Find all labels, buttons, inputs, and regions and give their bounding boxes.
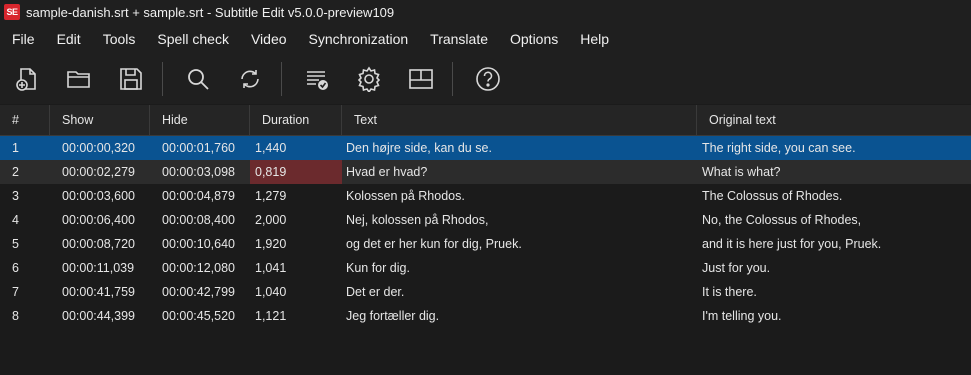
cell-duration: 1,040 (255, 285, 287, 299)
cell-duration: 2,000 (255, 213, 287, 227)
cell-number: 3 (12, 189, 19, 203)
cell-show: 00:00:00,320 (62, 141, 135, 155)
app-logo-icon: SE (4, 4, 20, 20)
cell-hide: 00:00:45,520 (162, 309, 235, 323)
cell-text: Nej, kolossen på Rhodos, (346, 213, 489, 227)
cell-number: 2 (12, 165, 19, 179)
col-header-show[interactable]: Show (50, 105, 150, 135)
cell-number: 6 (12, 261, 19, 275)
toolbar-separator (281, 62, 282, 96)
cell-text: Den højre side, kan du se. (346, 141, 492, 155)
title-bar: SE sample-danish.srt + sample.srt - Subt… (0, 0, 971, 24)
col-header-duration[interactable]: Duration (250, 105, 342, 135)
cell-text: Kolossen på Rhodos. (346, 189, 465, 203)
cell-original-text: The right side, you can see. (702, 141, 856, 155)
col-header-original-text[interactable]: Original text (697, 105, 971, 135)
cell-hide: 00:00:01,760 (162, 141, 235, 155)
table-row[interactable]: 1 00:00:00,320 00:00:01,760 1,440 Den hø… (0, 136, 971, 160)
menu-options[interactable]: Options (499, 24, 569, 54)
cell-text: Kun for dig. (346, 261, 410, 275)
cell-hide: 00:00:03,098 (162, 165, 235, 179)
save-icon[interactable] (118, 66, 144, 92)
cell-duration-warning: 0,819 (250, 160, 342, 184)
cell-number: 5 (12, 237, 19, 251)
cell-show: 00:00:03,600 (62, 189, 135, 203)
col-header-text[interactable]: Text (342, 105, 697, 135)
cell-original-text: No, the Colossus of Rhodes, (702, 213, 862, 227)
cell-original-text: I'm telling you. (702, 309, 782, 323)
cell-hide: 00:00:04,879 (162, 189, 235, 203)
table-row[interactable]: 2 00:00:02,279 00:00:03,098 0,819 Hvad e… (0, 160, 971, 184)
toolbar-separator (452, 62, 453, 96)
table-row[interactable]: 4 00:00:06,400 00:00:08,400 2,000 Nej, k… (0, 208, 971, 232)
cell-number: 8 (12, 309, 19, 323)
menu-help[interactable]: Help (569, 24, 620, 54)
col-header-hide[interactable]: Hide (150, 105, 250, 135)
cell-hide: 00:00:12,080 (162, 261, 235, 275)
find-icon[interactable] (185, 66, 211, 92)
open-folder-icon[interactable] (66, 66, 92, 92)
cell-text: Jeg fortæller dig. (346, 309, 440, 323)
settings-icon[interactable] (356, 66, 382, 92)
cell-number: 1 (12, 141, 19, 155)
cell-show: 00:00:11,039 (62, 261, 135, 275)
cell-show: 00:00:06,400 (62, 213, 135, 227)
cell-original-text: and it is here just for you, Pruek. (702, 237, 882, 251)
cell-show: 00:00:02,279 (62, 165, 135, 179)
cell-duration: 1,121 (255, 309, 287, 323)
cell-duration: 1,279 (255, 189, 287, 203)
cell-original-text: It is there. (702, 285, 757, 299)
spell-check-icon[interactable] (304, 66, 330, 92)
new-file-icon[interactable] (14, 66, 40, 92)
cell-hide: 00:00:08,400 (162, 213, 235, 227)
cell-show: 00:00:08,720 (62, 237, 135, 251)
subtitle-grid[interactable]: # Show Hide Duration Text Original text … (0, 105, 971, 328)
table-row[interactable]: 5 00:00:08,720 00:00:10,640 1,920 og det… (0, 232, 971, 256)
cell-text: Det er der. (346, 285, 405, 299)
menu-file[interactable]: File (1, 24, 46, 54)
menu-bar: File Edit Tools Spell check Video Synchr… (0, 24, 971, 54)
cell-duration: 1,920 (255, 237, 287, 251)
cell-show: 00:00:41,759 (62, 285, 135, 299)
toolbar-separator (162, 62, 163, 96)
layout-icon[interactable] (408, 66, 434, 92)
cell-show: 00:00:44,399 (62, 309, 135, 323)
menu-video[interactable]: Video (240, 24, 298, 54)
menu-synchronization[interactable]: Synchronization (298, 24, 420, 54)
table-row[interactable]: 8 00:00:44,399 00:00:45,520 1,121 Jeg fo… (0, 304, 971, 328)
cell-original-text: Just for you. (702, 261, 771, 275)
grid-header: # Show Hide Duration Text Original text (0, 105, 971, 136)
cell-duration: 1,440 (255, 141, 287, 155)
cell-original-text: What is what? (702, 165, 781, 179)
cell-original-text: The Colossus of Rhodes. (702, 189, 843, 203)
menu-edit[interactable]: Edit (46, 24, 92, 54)
table-row[interactable]: 3 00:00:03,600 00:00:04,879 1,279 Koloss… (0, 184, 971, 208)
help-icon[interactable] (475, 66, 501, 92)
menu-tools[interactable]: Tools (92, 24, 147, 54)
toolbar (0, 54, 971, 104)
menu-spell-check[interactable]: Spell check (146, 24, 240, 54)
cell-text: Hvad er hvad? (346, 165, 428, 179)
cell-hide: 00:00:10,640 (162, 237, 235, 251)
replace-icon[interactable] (237, 66, 263, 92)
cell-text: og det er her kun for dig, Pruek. (346, 237, 522, 251)
table-row[interactable]: 6 00:00:11,039 00:00:12,080 1,041 Kun fo… (0, 256, 971, 280)
cell-hide: 00:00:42,799 (162, 285, 235, 299)
cell-number: 4 (12, 213, 19, 227)
table-row[interactable]: 7 00:00:41,759 00:00:42,799 1,040 Det er… (0, 280, 971, 304)
col-header-number[interactable]: # (0, 105, 50, 135)
menu-translate[interactable]: Translate (419, 24, 499, 54)
cell-duration: 1,041 (255, 261, 287, 275)
cell-number: 7 (12, 285, 19, 299)
window-title: sample-danish.srt + sample.srt - Subtitl… (26, 4, 395, 20)
